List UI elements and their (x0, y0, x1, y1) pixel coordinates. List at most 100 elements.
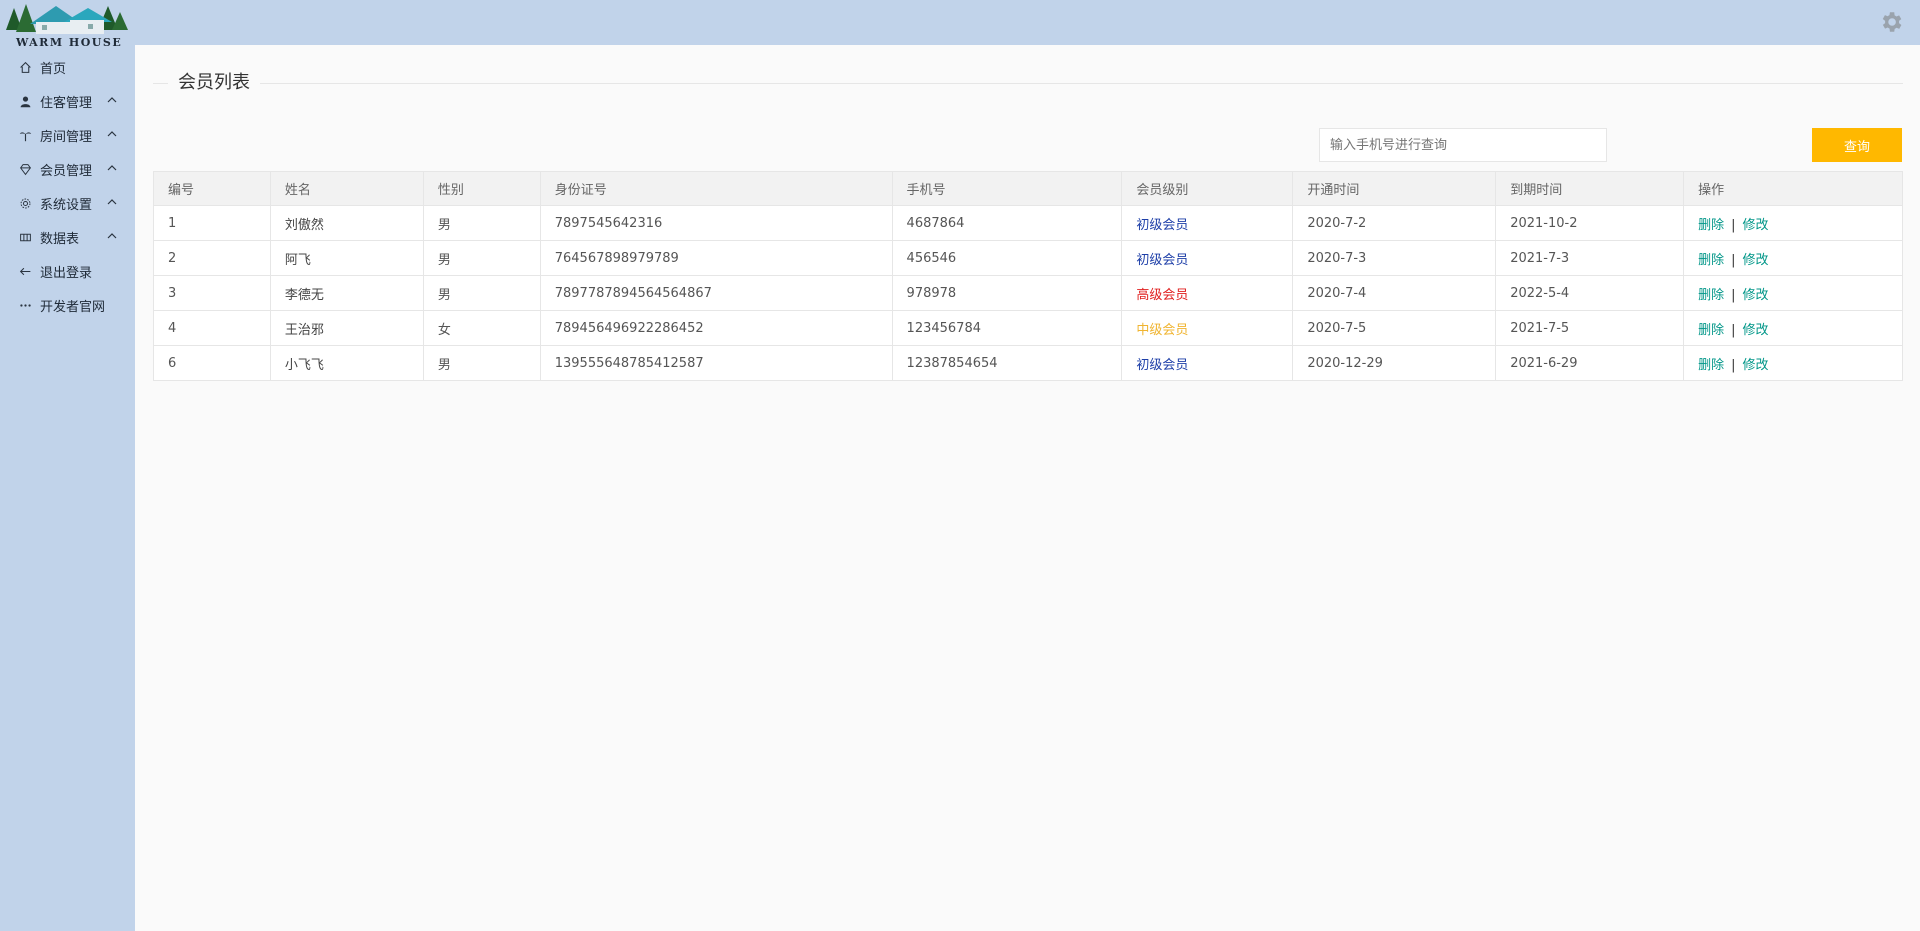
cell-actions: 删除 | 修改 (1683, 205, 1903, 241)
edit-link[interactable]: 修改 (1742, 358, 1768, 373)
title-fieldset (153, 71, 1903, 91)
table-row: 2 阿飞 男 764567898979789 456546 初级会员 2020-… (153, 240, 1903, 276)
cell-gender: 女 (422, 310, 541, 346)
cell-member-level: 高级会员 (1121, 275, 1294, 311)
delete-link[interactable]: 删除 (1698, 358, 1724, 373)
page-title: 会员列表 (168, 72, 260, 94)
chevron-up-icon (107, 199, 117, 205)
gear-icon[interactable] (1878, 9, 1904, 35)
cell-name: 阿飞 (269, 240, 424, 276)
action-separator: | (1731, 357, 1736, 373)
sidebar-item-settings[interactable]: 系统设置 (0, 186, 135, 220)
cell-gender: 男 (422, 345, 541, 381)
table-header-row: 编号 姓名 性别 身份证号 手机号 会员级别 开通时间 到期时间 操作 (153, 171, 1903, 206)
table-row: 3 李德无 男 7897787894564564867 978978 高级会员 … (153, 275, 1903, 311)
sidebar-item-label: 开发者官网 (40, 299, 106, 315)
cell-end-date: 2021-6-29 (1495, 345, 1685, 381)
sidebar-item-label: 会员管理 (40, 163, 93, 179)
delete-link[interactable]: 删除 (1698, 218, 1724, 233)
cell-end-date: 2021-7-5 (1495, 310, 1685, 346)
edit-link[interactable]: 修改 (1742, 218, 1768, 233)
cell-idcard: 7897545642316 (539, 205, 893, 241)
column-header: 开通时间 (1292, 171, 1497, 206)
phone-search-input[interactable] (1319, 128, 1607, 162)
cell-idcard: 789456496922286452 (539, 310, 893, 346)
cell-name: 李德无 (269, 275, 424, 311)
search-button[interactable]: 查询 (1812, 128, 1902, 162)
table-row: 4 王治邪 女 789456496922286452 123456784 中级会… (153, 310, 1903, 346)
cell-phone: 4687864 (891, 205, 1123, 241)
cell-start-date: 2020-7-5 (1292, 310, 1497, 346)
sidebar-item-label: 住客管理 (40, 95, 93, 111)
palm-tree-icon (18, 128, 32, 142)
house-logo-icon (6, 4, 128, 34)
sidebar-item-label: 退出登录 (40, 265, 93, 281)
column-header: 编号 (153, 171, 271, 206)
sidebar-item-guests[interactable]: 住客管理 (0, 84, 135, 118)
cell-phone: 456546 (891, 240, 1123, 276)
sidebar-item-datatable[interactable]: 数据表 (0, 220, 135, 254)
sidebar-item-home[interactable]: 首页 (0, 50, 135, 84)
sidebar-item-label: 系统设置 (40, 197, 93, 213)
delete-link[interactable]: 删除 (1698, 288, 1724, 303)
action-separator: | (1731, 252, 1736, 268)
cell-id: 2 (153, 240, 271, 276)
cell-member-level: 初级会员 (1121, 345, 1294, 381)
sidebar-item-logout[interactable]: 退出登录 (0, 254, 135, 288)
chevron-up-icon (107, 165, 117, 171)
diamond-icon (18, 162, 32, 176)
title-divider (153, 83, 1903, 84)
cell-actions: 删除 | 修改 (1683, 240, 1903, 276)
cell-member-level: 初级会员 (1121, 205, 1294, 241)
home-icon (18, 60, 32, 74)
chevron-up-icon (107, 233, 117, 239)
user-icon (18, 94, 32, 108)
delete-link[interactable]: 删除 (1698, 323, 1724, 338)
cell-end-date: 2021-10-2 (1495, 205, 1685, 241)
logo[interactable]: WARM HOUSE (0, 0, 135, 50)
cell-idcard: 764567898979789 (539, 240, 893, 276)
cell-gender: 男 (422, 205, 541, 241)
member-table: 编号 姓名 性别 身份证号 手机号 会员级别 开通时间 到期时间 操作 1 刘傲… (153, 171, 1903, 381)
cell-name: 王治邪 (269, 310, 424, 346)
table-row: 6 小飞飞 男 139555648785412587 12387854654 初… (153, 345, 1903, 381)
cell-member-level: 初级会员 (1121, 240, 1294, 276)
column-header: 身份证号 (539, 171, 893, 206)
table-row: 1 刘傲然 男 7897545642316 4687864 初级会员 2020-… (153, 205, 1903, 241)
cell-member-level: 中级会员 (1121, 310, 1294, 346)
logo-text: WARM HOUSE (16, 36, 123, 49)
column-header: 到期时间 (1495, 171, 1685, 206)
cell-idcard: 139555648785412587 (539, 345, 893, 381)
edit-link[interactable]: 修改 (1742, 288, 1768, 303)
delete-link[interactable]: 删除 (1698, 253, 1724, 268)
arrow-left-icon (18, 264, 32, 278)
cell-id: 4 (153, 310, 271, 346)
action-separator: | (1731, 322, 1736, 338)
column-header: 操作 (1683, 171, 1903, 206)
sidebar-item-developer-site[interactable]: 开发者官网 (0, 288, 135, 322)
cell-name: 小飞飞 (269, 345, 424, 381)
cell-idcard: 7897787894564564867 (539, 275, 893, 311)
sidebar-item-label: 房间管理 (40, 129, 93, 145)
cell-gender: 男 (422, 275, 541, 311)
cell-start-date: 2020-7-4 (1292, 275, 1497, 311)
sidebar-item-rooms[interactable]: 房间管理 (0, 118, 135, 152)
action-separator: | (1731, 287, 1736, 303)
table-icon (18, 230, 32, 244)
cell-start-date: 2020-7-3 (1292, 240, 1497, 276)
chevron-up-icon (107, 131, 117, 137)
sidebar-item-members[interactable]: 会员管理 (0, 152, 135, 186)
chevron-up-icon (107, 97, 117, 103)
cell-actions: 删除 | 修改 (1683, 275, 1903, 311)
sidebar: WARM HOUSE 首页 住客管理 房间管理 会员管理 系统设置 数据表 退出… (0, 0, 135, 931)
cell-id: 6 (153, 345, 271, 381)
sidebar-item-label: 数据表 (40, 231, 80, 247)
edit-link[interactable]: 修改 (1742, 253, 1768, 268)
column-header: 手机号 (891, 171, 1123, 206)
action-separator: | (1731, 217, 1736, 233)
cell-id: 1 (153, 205, 271, 241)
cell-gender: 男 (422, 240, 541, 276)
main-content: 会员列表 查询 编号 姓名 性别 身份证号 手机号 会员级别 开通时间 到期时间… (135, 45, 1920, 931)
edit-link[interactable]: 修改 (1742, 323, 1768, 338)
cell-start-date: 2020-7-2 (1292, 205, 1497, 241)
